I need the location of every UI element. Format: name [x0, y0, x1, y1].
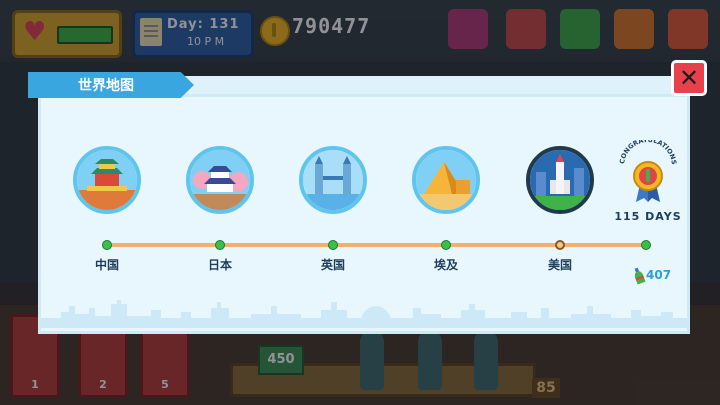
days-label: 115 DAYS — [614, 210, 682, 223]
region-label-uk: 英国 — [320, 258, 345, 272]
region-egypt-icon[interactable] — [412, 146, 480, 214]
progress-dot-japan — [215, 240, 225, 250]
medal-icon: CONGRATULATIONS! — [617, 134, 678, 204]
progress-dot-uk — [328, 240, 338, 250]
region-japan-icon[interactable] — [186, 146, 254, 214]
region-label-egypt: 埃及 — [433, 258, 458, 272]
progress-dot-egypt — [441, 240, 451, 250]
progress-dot-china — [102, 240, 112, 250]
region-label-china: 中国 — [94, 258, 119, 272]
skyline-decoration — [41, 300, 687, 328]
bottle-count: 407 — [632, 265, 682, 287]
region-label-usa: 美国 — [547, 258, 572, 272]
progress-dot-goal — [641, 240, 651, 250]
region-usa-icon[interactable] — [526, 146, 594, 214]
close-button[interactable]: ✕ — [671, 60, 707, 96]
progress-dot-usa — [555, 240, 565, 250]
region-uk-icon[interactable] — [299, 146, 367, 214]
world-progress-line — [107, 243, 646, 247]
modal-title: 世界地图 — [78, 78, 134, 94]
bottle-icon — [634, 267, 646, 285]
region-china-icon[interactable] — [73, 146, 141, 214]
bottle-count-value: 407 — [646, 268, 672, 282]
close-icon: ✕ — [678, 64, 700, 92]
region-label-japan: 日本 — [207, 258, 232, 272]
